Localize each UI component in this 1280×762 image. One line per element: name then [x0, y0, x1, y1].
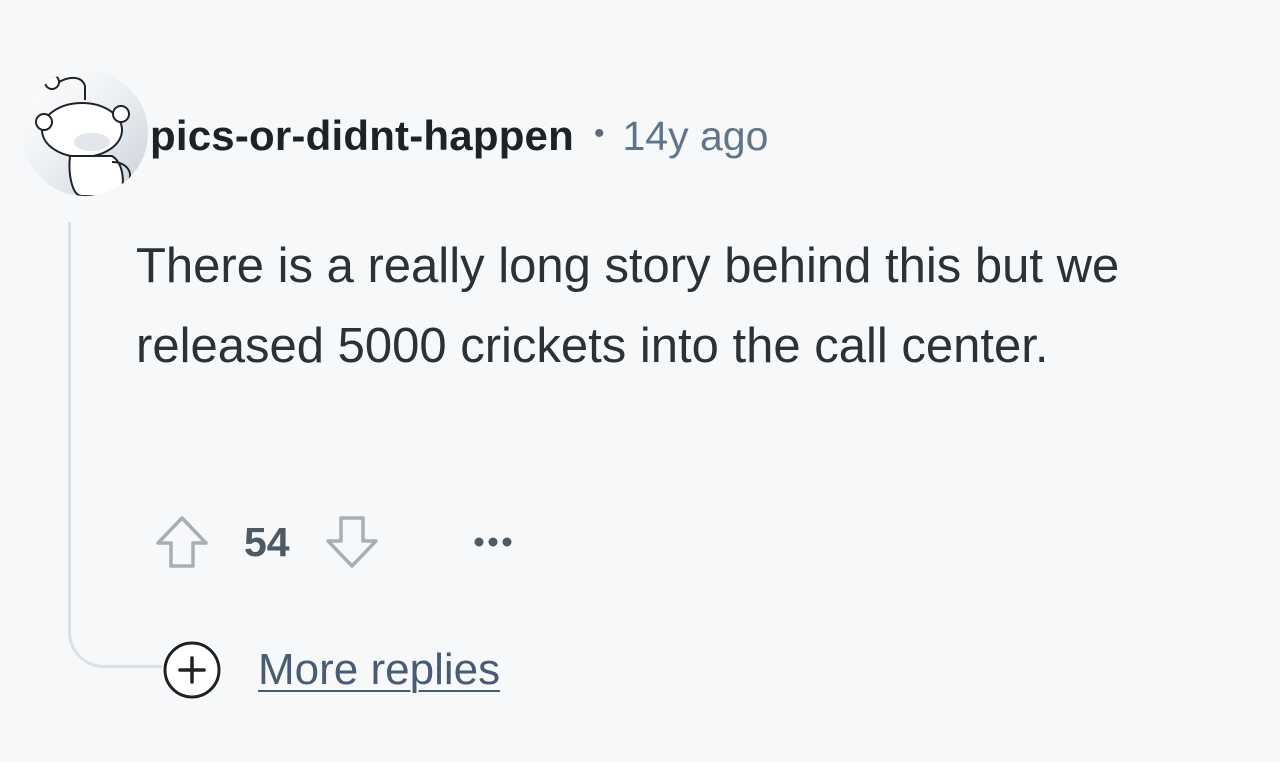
more-replies-label[interactable]: More replies: [258, 645, 500, 695]
comment-actions: 54: [150, 510, 516, 574]
snoo-avatar-icon: [35, 74, 131, 196]
plus-circle-icon: [162, 640, 222, 700]
separator-dot: •: [593, 117, 605, 150]
timestamp[interactable]: 14y ago: [622, 113, 768, 160]
comment-body: There is a really long story behind this…: [136, 239, 1120, 373]
upvote-button[interactable]: [150, 510, 214, 574]
avatar[interactable]: [22, 70, 148, 196]
comment: pics-or-didnt-happen • 14y ago There is …: [0, 0, 1280, 762]
downvote-button[interactable]: [320, 510, 384, 574]
upvote-arrow-icon: [156, 516, 208, 568]
ellipsis-icon: [474, 537, 512, 547]
downvote-arrow-icon: [325, 516, 378, 568]
comment-header: pics-or-didnt-happen • 14y ago: [150, 108, 768, 164]
username-link[interactable]: pics-or-didnt-happen: [150, 112, 574, 160]
vote-score: 54: [244, 518, 290, 565]
more-options-button[interactable]: [470, 522, 516, 562]
more-replies-button[interactable]: More replies: [162, 638, 500, 702]
